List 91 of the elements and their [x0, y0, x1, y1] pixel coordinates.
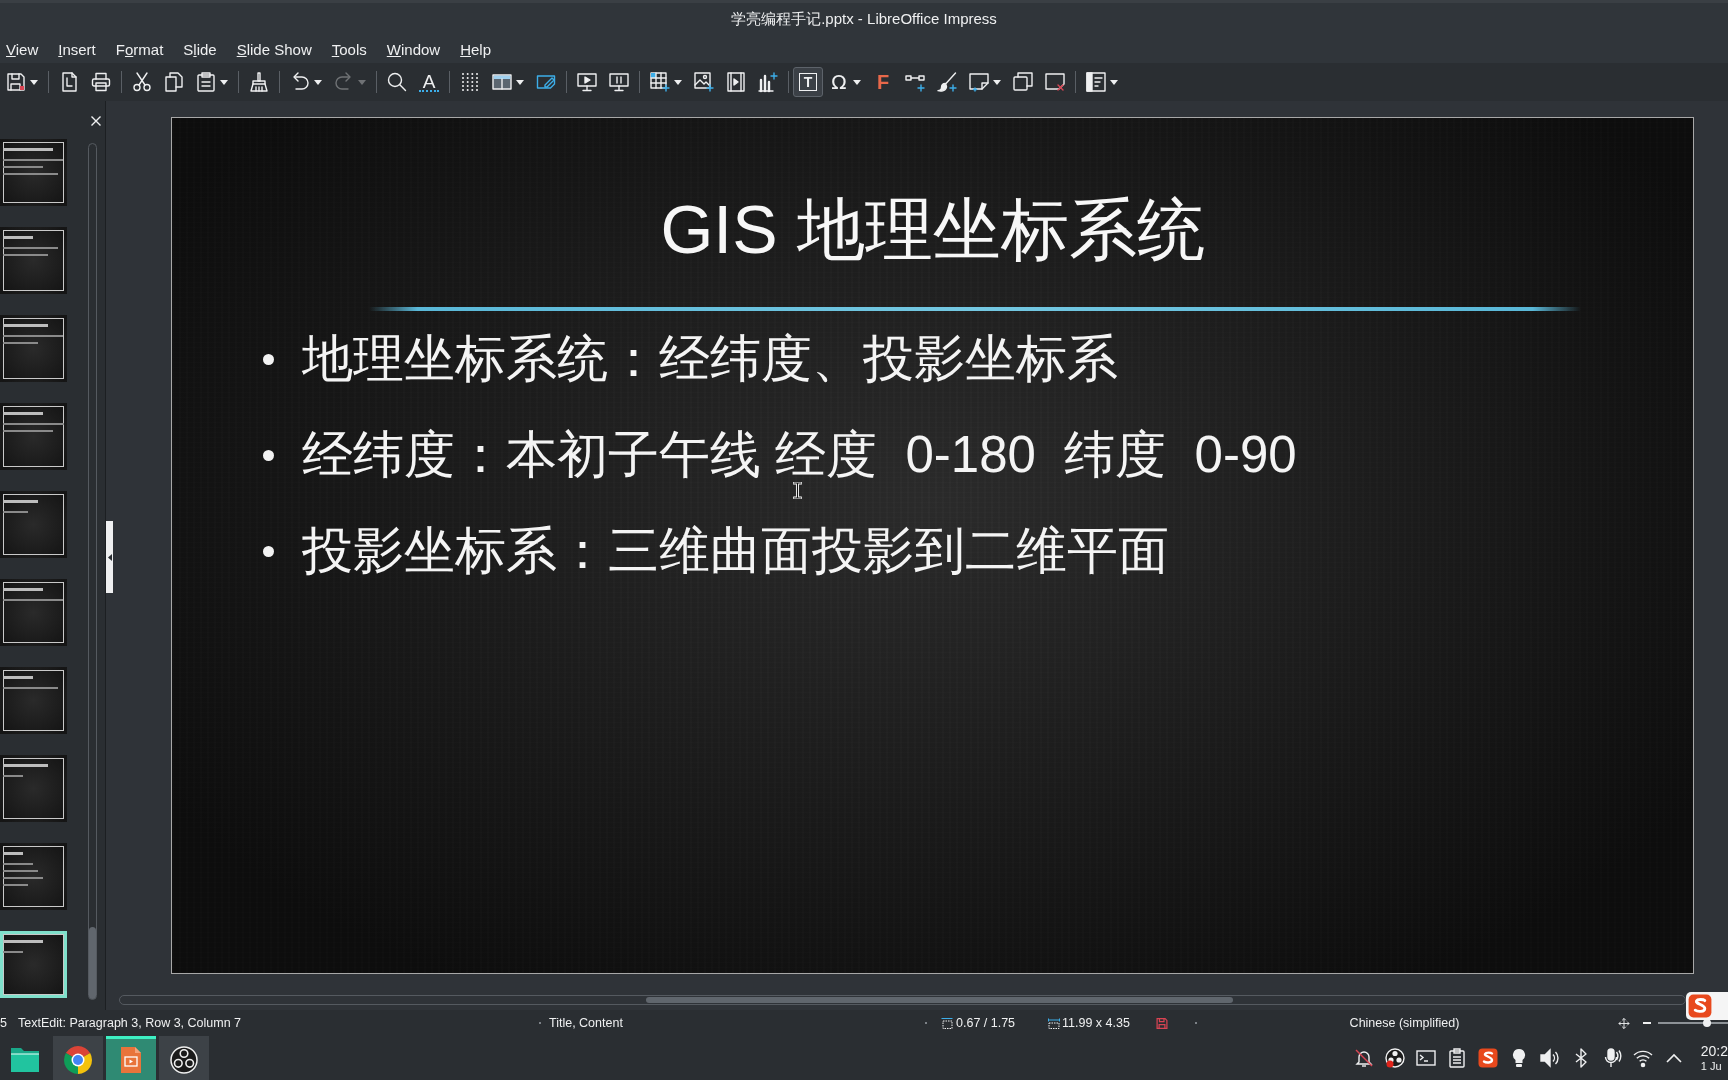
edit-status: TextEdit: Paragraph 3, Row 3, Column 7	[18, 1016, 242, 1030]
aperture-logo-icon	[169, 1045, 199, 1074]
size-icon	[1048, 1017, 1060, 1029]
page-plus-icon	[969, 72, 989, 92]
bar-chart-icon	[758, 72, 778, 92]
caret-icon	[853, 79, 861, 85]
caret-icon	[993, 79, 1001, 85]
menu-item[interactable]: Slide Show	[226, 38, 322, 60]
slide-title: GIS 地理坐标系统	[660, 190, 1205, 269]
bullet-text: 经纬度：本初子午线 经度 0-180 纬度 0-90	[302, 430, 1297, 480]
caret-icon	[358, 79, 366, 85]
text-cursor-icon	[793, 482, 802, 499]
spelling-button[interactable]: A	[413, 67, 445, 97]
collapse-handle[interactable]	[106, 521, 113, 593]
slide-thumbnail[interactable]	[0, 403, 67, 470]
stacked-pages-icon	[1013, 72, 1033, 92]
fontwork-button[interactable]: F	[867, 67, 899, 97]
slide-thumbnail[interactable]	[0, 491, 67, 558]
brush-icon	[937, 72, 957, 92]
clipboard-icon[interactable]	[1446, 1048, 1467, 1068]
slide-thumbnail[interactable]	[0, 755, 67, 822]
slide-thumbnail[interactable]	[0, 227, 67, 294]
menu-item[interactable]: Insert	[48, 38, 106, 60]
slide-number: 5	[0, 1016, 7, 1030]
ime-logo-icon	[1688, 994, 1712, 1018]
taskbar-app[interactable]	[53, 1036, 103, 1080]
page-cross-icon	[1045, 72, 1065, 92]
clock-time: 20:2	[1700, 1044, 1728, 1060]
text-box-button[interactable]: T	[793, 67, 823, 97]
menu-item[interactable]: Format	[105, 38, 174, 60]
bullet-text: 地理坐标系统：经纬度、投影坐标系	[302, 334, 1118, 384]
circle-logo-icon	[63, 1045, 93, 1074]
move-arrows-icon	[1618, 1017, 1630, 1029]
monitor-pause-icon	[609, 72, 629, 92]
clock-date: 1 Ju	[1700, 1059, 1722, 1072]
slide-thumbnail[interactable]	[0, 931, 67, 998]
caret-icon	[220, 79, 228, 85]
page-fold-icon	[59, 72, 79, 92]
folder-icon	[10, 1045, 40, 1074]
close-icon[interactable]	[91, 116, 101, 126]
caret-icon	[1110, 79, 1118, 85]
caret-icon	[516, 79, 524, 85]
menu-item[interactable]: Tools	[321, 38, 377, 60]
scissors-icon	[132, 72, 152, 92]
dot-grid-icon	[460, 72, 480, 92]
caret-icon	[30, 79, 38, 85]
slide-thumbnail[interactable]	[0, 667, 67, 734]
language-status[interactable]: Chinese (simplified)	[1349, 1016, 1460, 1030]
monitor-play-icon	[577, 72, 597, 92]
paintbrush-icon	[249, 72, 269, 92]
aperture-logo-icon[interactable]	[1384, 1048, 1405, 1068]
menu-item[interactable]: View	[0, 38, 49, 60]
clipboard-icon	[196, 72, 216, 92]
speaker-icon[interactable]	[1539, 1048, 1560, 1068]
scrollbar-thumb[interactable]	[646, 997, 1233, 1003]
slide-thumbnail[interactable]	[0, 139, 67, 206]
layout-icon	[1086, 72, 1106, 92]
size-value: 11.99 x 4.35	[1062, 1016, 1130, 1030]
special-character-button[interactable]: Ω	[823, 67, 867, 97]
search-icon	[387, 72, 407, 92]
menu-item[interactable]: Help	[450, 38, 502, 60]
bullet-icon	[263, 545, 274, 557]
connector-icon	[905, 72, 925, 92]
window-title: 学亮编程手记.pptx - LibreOffice Impress	[731, 9, 997, 29]
slide-thumbnail[interactable]	[0, 579, 67, 646]
position-value: 0.67 / 1.75	[956, 1016, 1016, 1030]
taskbar-app[interactable]	[159, 1036, 209, 1080]
ime-widget[interactable]	[1686, 992, 1728, 1020]
layout-name: Title, Content	[549, 1016, 623, 1030]
menu-item[interactable]: Slide	[173, 38, 227, 60]
terminal-icon[interactable]	[1415, 1048, 1436, 1068]
two-pages-icon	[164, 72, 184, 92]
bullet-icon	[263, 353, 274, 365]
bell-muted-icon[interactable]	[1353, 1048, 1374, 1068]
film-strip-icon	[726, 72, 746, 92]
slide-thumbnail[interactable]	[0, 315, 67, 382]
wifi-icon[interactable]	[1632, 1048, 1653, 1068]
table-icon	[650, 72, 670, 92]
position-icon	[941, 1017, 953, 1029]
note-pencil-icon	[536, 72, 556, 92]
window-layout-icon	[492, 72, 512, 92]
printer-icon	[91, 72, 111, 92]
slide-thumbnail[interactable]	[0, 843, 67, 910]
caret-icon	[674, 79, 682, 85]
bullet-icon	[263, 449, 274, 461]
ime-logo-icon[interactable]	[1477, 1048, 1498, 1068]
picture-icon	[694, 72, 714, 92]
scrollbar-thumb[interactable]	[89, 927, 96, 999]
menu-item[interactable]: Window	[376, 38, 451, 60]
bullet-text: 投影坐标系：三维曲面投影到二维平面	[302, 526, 1169, 576]
caret-icon	[314, 79, 322, 85]
